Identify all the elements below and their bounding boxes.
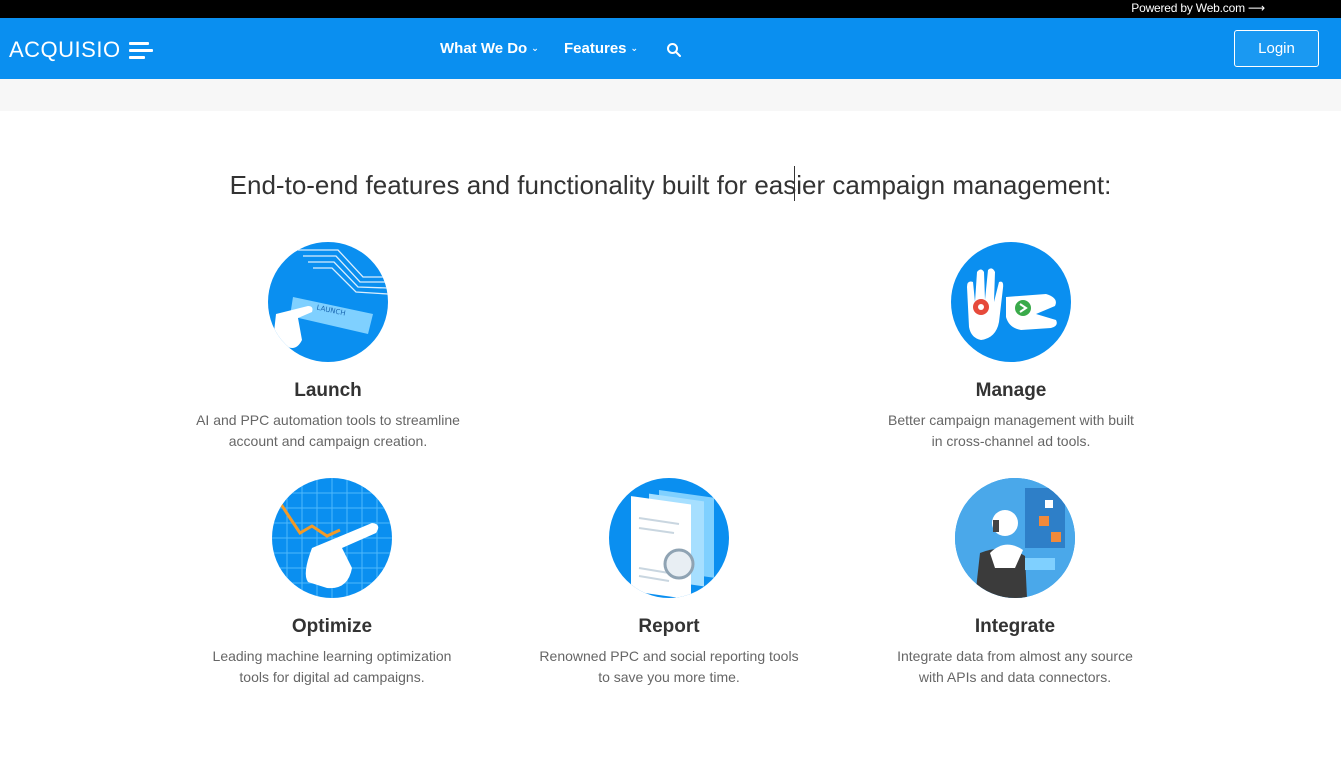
feature-description: Better campaign management with built in… bbox=[888, 412, 1134, 449]
feature-description: Renowned PPC and social reporting tools … bbox=[539, 648, 799, 685]
nav-item-label: Features bbox=[564, 40, 627, 57]
optimize-icon bbox=[272, 478, 392, 598]
feature-title: Launch bbox=[294, 380, 362, 401]
feature-report[interactable]: Report Renowned PPC and social reporting… bbox=[519, 616, 819, 688]
chevron-down-icon: ⌄ bbox=[630, 43, 639, 53]
nav-item-label: What We Do bbox=[440, 40, 528, 57]
feature-title: Manage bbox=[975, 380, 1047, 401]
feature-optimize[interactable]: Optimize Leading machine learning optimi… bbox=[182, 616, 482, 688]
text-cursor bbox=[794, 166, 795, 201]
subheader-strip bbox=[0, 79, 1341, 111]
search-icon[interactable] bbox=[666, 42, 682, 58]
page-title: End-to-end features and functionality bu… bbox=[229, 170, 1112, 200]
feature-integrate[interactable]: Integrate Integrate data from almost any… bbox=[865, 616, 1165, 688]
report-icon bbox=[609, 478, 729, 598]
feature-description: AI and PPC automation tools to streamlin… bbox=[196, 412, 460, 449]
logo[interactable]: ACQUISIO bbox=[9, 37, 153, 63]
nav-item-features[interactable]: Features ⌄ bbox=[564, 40, 638, 57]
chevron-down-icon: ⌄ bbox=[531, 43, 539, 53]
feature-launch[interactable]: Launch AI and PPC automation tools to st… bbox=[178, 380, 478, 452]
top-bar: Powered by Web.com ⟶ bbox=[0, 0, 1341, 18]
integrate-icon bbox=[955, 478, 1075, 598]
feature-title: Report bbox=[638, 616, 700, 637]
nav-item-what-we-do[interactable]: What We Do ⌄ bbox=[440, 40, 539, 57]
feature-title: Integrate bbox=[974, 616, 1056, 637]
feature-title: Optimize bbox=[291, 616, 373, 637]
powered-by-link[interactable]: Powered by Web.com ⟶ bbox=[1131, 1, 1265, 15]
manage-icon bbox=[951, 242, 1071, 362]
login-button[interactable]: Login bbox=[1234, 30, 1319, 67]
feature-description: Leading machine learning optimization to… bbox=[212, 648, 452, 685]
feature-manage[interactable]: Manage Better campaign management with b… bbox=[861, 380, 1161, 452]
launch-icon: LAUNCH bbox=[268, 242, 388, 362]
feature-description: Integrate data from almost any source wi… bbox=[897, 648, 1133, 685]
logo-bars-icon bbox=[128, 41, 153, 60]
navbar: ACQUISIO What We Do ⌄ Features ⌄ Login bbox=[0, 18, 1341, 79]
logo-text: ACQUISIO bbox=[9, 37, 121, 62]
